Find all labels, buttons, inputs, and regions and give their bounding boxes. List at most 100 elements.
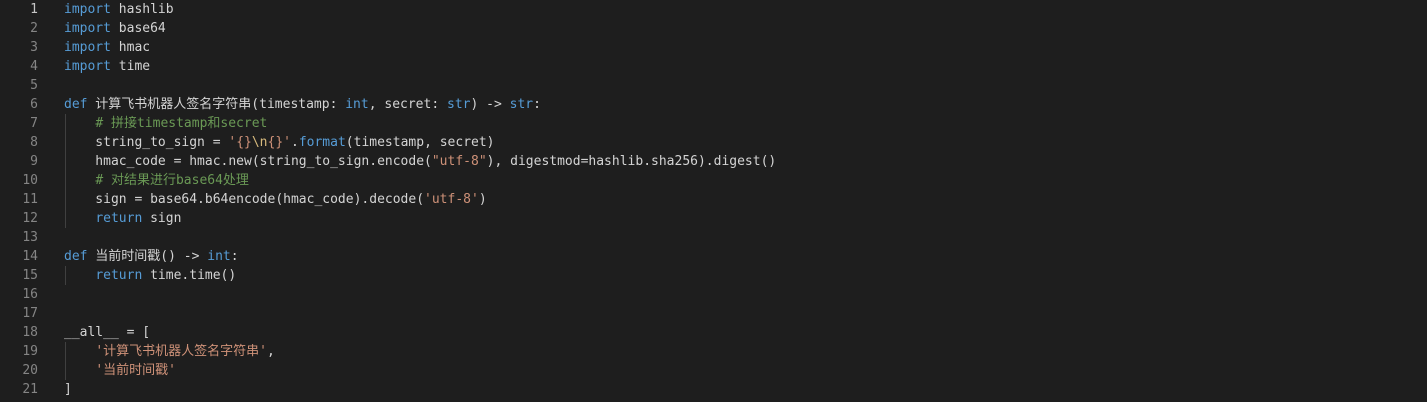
code-token: time.time() xyxy=(142,268,237,283)
code-token: sign xyxy=(142,211,182,226)
line-code[interactable]: import base64 xyxy=(64,19,166,38)
line-code[interactable]: '计算飞书机器人签名字符串', xyxy=(64,342,275,361)
line-code[interactable]: def 计算飞书机器人签名字符串(timestamp: int, secret:… xyxy=(64,95,541,114)
line-number: 6 xyxy=(30,97,38,112)
code-token: (timestamp, secret) xyxy=(345,135,495,150)
code-token: ) xyxy=(478,192,487,207)
line-number: 4 xyxy=(30,59,38,74)
code-token: \n xyxy=(251,135,268,150)
code-line[interactable]: 4 import time xyxy=(0,57,1427,76)
code-line[interactable]: 13 xyxy=(0,228,1427,247)
code-token: def xyxy=(64,249,88,264)
code-token: return xyxy=(95,268,143,283)
code-token: , secret: xyxy=(368,97,447,112)
line-number: 11 xyxy=(22,192,38,207)
line-code[interactable]: hmac_code = hmac.new(string_to_sign.enco… xyxy=(64,152,776,171)
code-token: ] xyxy=(64,382,72,397)
code-token: format xyxy=(298,135,346,150)
code-token: time xyxy=(110,59,151,74)
code-token: hashlib xyxy=(110,2,174,17)
line-code[interactable]: # 拼接timestamp和secret xyxy=(64,114,267,133)
line-code[interactable]: '当前时间戳' xyxy=(64,361,176,380)
code-token: 当前时间戳() -> xyxy=(87,249,208,264)
code-token: int xyxy=(207,249,231,264)
line-number: 5 xyxy=(30,78,38,93)
code-token: : xyxy=(533,97,541,112)
code-editor[interactable]: 1 import hashlib 2 import base64 3 import hma… xyxy=(0,0,1427,402)
code-token: '当前时间戳' xyxy=(95,363,176,378)
code-line[interactable]: 14 def 当前时间戳() -> int: xyxy=(0,247,1427,266)
line-number: 21 xyxy=(22,382,38,397)
code-token: import xyxy=(64,40,111,55)
code-line[interactable]: 21] xyxy=(0,380,1427,399)
code-token: import xyxy=(64,21,111,36)
line-code[interactable]: # 对结果进行base64处理 xyxy=(64,171,249,190)
line-code[interactable]: return sign xyxy=(64,209,181,228)
line-code[interactable]: ] xyxy=(64,380,72,399)
line-number: 13 xyxy=(22,230,38,245)
line-number: 18 xyxy=(22,325,38,340)
code-token: ), digestmod=hashlib.sha256).digest() xyxy=(486,154,777,169)
code-token: sign = base64.b64encode(hmac_code).decod… xyxy=(64,192,425,207)
line-code[interactable]: sign = base64.b64encode(hmac_code).decod… xyxy=(64,190,487,209)
code-token: {}' xyxy=(267,135,291,150)
code-token: # 对结果进行base64处理 xyxy=(95,173,249,188)
line-code[interactable]: import hmac xyxy=(64,38,150,57)
code-line[interactable]: 2 import base64 xyxy=(0,19,1427,38)
code-line[interactable]: 20 '当前时间戳' xyxy=(0,361,1427,380)
code-token: 计算飞书机器人签名字符串(timestamp: xyxy=(87,97,346,112)
line-code[interactable]: import hashlib xyxy=(64,0,174,19)
code-line[interactable]: 5 xyxy=(0,76,1427,95)
line-code[interactable]: def 当前时间戳() -> int: xyxy=(64,247,239,266)
code-token: def xyxy=(64,97,88,112)
code-token: 'utf-8' xyxy=(424,192,479,207)
line-number: 20 xyxy=(22,363,38,378)
code-line[interactable]: 12 return sign xyxy=(0,209,1427,228)
code-line[interactable]: 6 def 计算飞书机器人签名字符串(timestamp: int, secret… xyxy=(0,95,1427,114)
code-token: import xyxy=(64,59,111,74)
code-token: hmac_code = hmac.new(string_to_sign.enco… xyxy=(64,154,432,169)
line-number: 9 xyxy=(30,154,38,169)
code-line[interactable]: 3 import hmac xyxy=(0,38,1427,57)
code-line[interactable]: 8 string_to_sign = '{}\n{}'.format(times… xyxy=(0,133,1427,152)
line-number: 12 xyxy=(22,211,38,226)
line-number: 2 xyxy=(30,21,38,36)
code-line[interactable]: 7 # 拼接timestamp和secret xyxy=(0,114,1427,133)
code-token: int xyxy=(345,97,369,112)
line-code[interactable]: return time.time() xyxy=(64,266,236,285)
code-line[interactable]: 9 hmac_code = hmac.new(string_to_sign.en… xyxy=(0,152,1427,171)
code-line[interactable]: 11 sign = base64.b64encode(hmac_code).de… xyxy=(0,190,1427,209)
line-code[interactable]: import time xyxy=(64,57,150,76)
line-number: 1 xyxy=(30,2,38,17)
code-line[interactable]: 16 xyxy=(0,285,1427,304)
code-token: # 拼接timestamp和secret xyxy=(95,116,268,131)
code-line[interactable]: 1 import hashlib xyxy=(0,0,1427,19)
line-number: 8 xyxy=(30,135,38,150)
line-number: 10 xyxy=(22,173,38,188)
code-token: : xyxy=(230,249,239,264)
code-token: str xyxy=(447,97,471,112)
code-token: "utf-8" xyxy=(431,154,487,169)
code-line[interactable]: 10 # 对结果进行base64处理 xyxy=(0,171,1427,190)
line-code[interactable]: __all__ = [ xyxy=(64,323,150,342)
code-token: '计算飞书机器人签名字符串' xyxy=(95,344,267,359)
line-code[interactable]: string_to_sign = '{}\n{}'.format(timesta… xyxy=(64,133,495,152)
code-line[interactable]: 15 return time.time() xyxy=(0,266,1427,285)
code-token: str xyxy=(509,97,534,112)
code-token: , xyxy=(266,344,275,359)
code-token: base64 xyxy=(110,21,166,36)
line-number: 14 xyxy=(22,249,38,264)
line-number: 7 xyxy=(30,116,38,131)
code-line[interactable]: 18 __all__ = [ xyxy=(0,323,1427,342)
code-line[interactable]: 17 xyxy=(0,304,1427,323)
code-line[interactable]: 19 '计算飞书机器人签名字符串', xyxy=(0,342,1427,361)
line-number: 16 xyxy=(22,287,38,302)
line-number: 15 xyxy=(22,268,38,283)
code-token: return xyxy=(95,211,143,226)
